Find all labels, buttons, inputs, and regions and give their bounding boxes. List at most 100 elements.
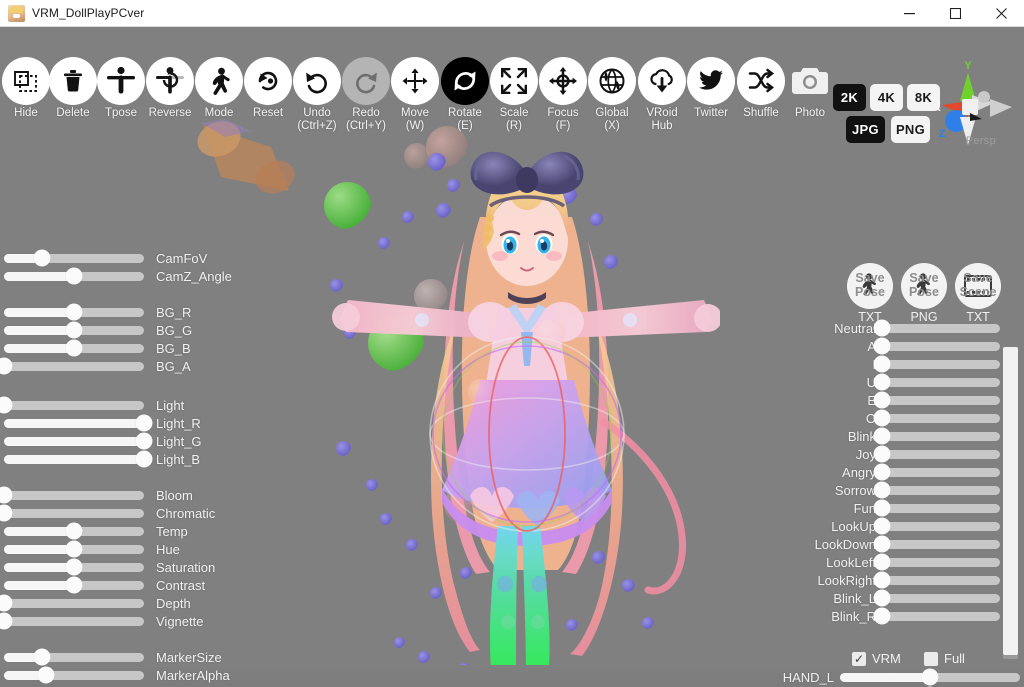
slider-blendshape-joy[interactable]: Joy: [784, 445, 1000, 463]
hide-selection-icon: [2, 57, 50, 105]
save-scene-txt-button[interactable]: Save Scene TXT: [949, 263, 1007, 324]
slider-saturation[interactable]: Saturation: [0, 558, 215, 576]
slider-camz-angle[interactable]: CamZ_Angle: [0, 267, 232, 285]
slider-track[interactable]: [4, 540, 144, 558]
slider-track[interactable]: [4, 522, 144, 540]
slider-temp[interactable]: Temp: [0, 522, 188, 540]
slider-bg-b[interactable]: BG_B: [0, 339, 191, 357]
camera-icon: [786, 57, 834, 105]
slider-blendshape-lookleft[interactable]: LookLeft: [784, 553, 1000, 571]
slider-blendshape-fun[interactable]: Fun: [784, 499, 1000, 517]
chip-2k[interactable]: 2K: [833, 84, 866, 111]
slider-blendshape-o[interactable]: O: [784, 409, 1000, 427]
slider-track[interactable]: [873, 373, 1000, 391]
slider-track[interactable]: [4, 414, 153, 432]
slider-depth[interactable]: Depth: [0, 594, 191, 612]
slider-track[interactable]: [4, 666, 144, 684]
slider-track[interactable]: [873, 481, 1000, 499]
slider-hue[interactable]: Hue: [0, 540, 180, 558]
tool-photo[interactable]: Photo: [781, 54, 839, 120]
slider-track[interactable]: [873, 535, 1000, 553]
chip-8k[interactable]: 8K: [907, 84, 940, 111]
slider-track[interactable]: [4, 432, 153, 450]
slider-track[interactable]: [873, 517, 1000, 535]
slider-bloom[interactable]: Bloom: [0, 486, 193, 504]
slider-track[interactable]: [873, 553, 1000, 571]
slider-chromatic[interactable]: Chromatic: [0, 504, 215, 522]
slider-track[interactable]: [4, 249, 144, 267]
slider-track[interactable]: [0, 612, 144, 630]
slider-track[interactable]: [4, 450, 153, 468]
redo-arrow-icon: [342, 57, 390, 105]
slider-track[interactable]: [873, 589, 1000, 607]
vrm-character-model[interactable]: [330, 122, 722, 687]
slider-track[interactable]: [0, 486, 144, 504]
slider-light[interactable]: Light: [0, 396, 184, 414]
slider-hand-l[interactable]: HAND_L: [760, 668, 1020, 686]
slider-track[interactable]: [0, 594, 144, 612]
slider-markeralpha[interactable]: MarkerAlpha: [0, 666, 230, 684]
slider-track[interactable]: [4, 303, 144, 321]
title-bar: VRM_DollPlayPCver: [0, 0, 1024, 27]
slider-blendshape-u[interactable]: U: [784, 373, 1000, 391]
slider-track[interactable]: [873, 391, 1000, 409]
slider-light-b[interactable]: Light_B: [0, 450, 200, 468]
scrollbar-thumb[interactable]: [1003, 347, 1018, 655]
slider-label: Blink_L: [833, 590, 876, 606]
slider-track[interactable]: [873, 571, 1000, 589]
chip-jpg[interactable]: JPG: [846, 116, 885, 143]
slider-track[interactable]: [873, 319, 1000, 337]
slider-track[interactable]: [873, 499, 1000, 517]
slider-track[interactable]: [873, 337, 1000, 355]
slider-track[interactable]: [873, 463, 1000, 481]
slider-light-g[interactable]: Light_G: [0, 432, 202, 450]
slider-blendshape-lookright[interactable]: LookRight: [784, 571, 1000, 589]
slider-track[interactable]: [873, 427, 1000, 445]
slider-track[interactable]: [840, 668, 1020, 686]
slider-track[interactable]: [0, 504, 144, 522]
slider-blendshape-angry[interactable]: Angry: [784, 463, 1000, 481]
slider-track[interactable]: [873, 445, 1000, 463]
slider-blendshape-sorrow[interactable]: Sorrow: [784, 481, 1000, 499]
slider-track[interactable]: [4, 558, 144, 576]
slider-blendshape-neutral[interactable]: Neutral: [784, 319, 1000, 337]
checkbox-full[interactable]: [924, 652, 938, 666]
slider-blendshape-blink[interactable]: Blink: [784, 427, 1000, 445]
slider-blendshape-blink-l[interactable]: Blink_L: [784, 589, 1000, 607]
close-button[interactable]: [978, 0, 1024, 27]
slider-track[interactable]: [4, 648, 144, 666]
slider-track[interactable]: [4, 267, 144, 285]
slider-contrast[interactable]: Contrast: [0, 576, 205, 594]
maximize-button[interactable]: [932, 0, 978, 27]
minimize-button[interactable]: [886, 0, 932, 27]
slider-blendshape-lookdown[interactable]: LookDown: [784, 535, 1000, 553]
chip-png[interactable]: PNG: [891, 116, 930, 143]
slider-bg-r[interactable]: BG_R: [0, 303, 191, 321]
slider-track[interactable]: [4, 576, 144, 594]
slider-vignette[interactable]: Vignette: [0, 612, 203, 630]
checkbox-vrm[interactable]: ✓: [852, 652, 866, 666]
slider-track[interactable]: [873, 355, 1000, 373]
slider-bg-a[interactable]: BG_A: [0, 357, 191, 375]
slider-blendshape-e[interactable]: E: [784, 391, 1000, 409]
slider-markersize[interactable]: MarkerSize: [0, 648, 222, 666]
slider-light-r[interactable]: Light_R: [0, 414, 201, 432]
slider-track[interactable]: [0, 396, 144, 414]
slider-blendshape-blink-r[interactable]: Blink_R: [784, 607, 1000, 625]
slider-track[interactable]: [4, 339, 144, 357]
slider-blendshape-a[interactable]: A: [784, 337, 1000, 355]
window-title: VRM_DollPlayPCver: [32, 6, 145, 20]
slider-camfov[interactable]: CamFoV: [0, 249, 207, 267]
save-pose-png-button[interactable]: Save Pose PNG: [895, 263, 953, 324]
slider-track[interactable]: [873, 409, 1000, 427]
slider-bg-g[interactable]: BG_G: [0, 321, 192, 339]
blendshape-scrollbar[interactable]: [1003, 347, 1018, 659]
viewport-3d[interactable]: Y X Z Persp: [0, 27, 1024, 687]
slider-blendshape-i[interactable]: I: [784, 355, 1000, 373]
save-pose-txt-button[interactable]: Save Pose TXT: [841, 263, 899, 324]
chip-4k[interactable]: 4K: [870, 84, 903, 111]
slider-blendshape-lookup[interactable]: LookUp: [784, 517, 1000, 535]
slider-track[interactable]: [4, 321, 144, 339]
slider-track[interactable]: [0, 357, 144, 375]
slider-track[interactable]: [873, 607, 1000, 625]
